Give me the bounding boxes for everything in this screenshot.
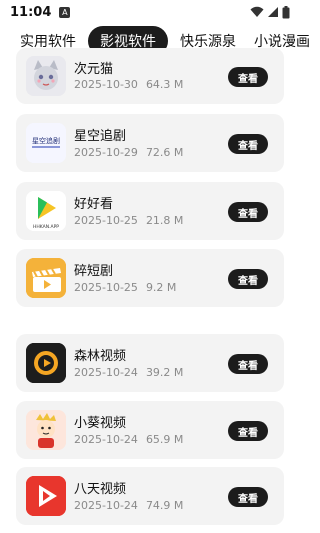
battery-icon: [282, 5, 290, 18]
list-item[interactable]: 八天视频 2025-10-24 74.9 M 查看: [16, 467, 284, 525]
app-size: 65.9 M: [145, 433, 184, 446]
app-name: 星空追剧: [74, 129, 127, 144]
app-size: 39.2 M: [145, 366, 184, 379]
app-date: 2025-10-25: [74, 214, 138, 227]
app-meta: 2025-10-25 21.8 M: [74, 214, 183, 227]
app-date: 2025-10-29: [74, 146, 138, 159]
list-item[interactable]: 次元猫 2025-10-30 64.3 M 查看: [16, 48, 284, 104]
view-button[interactable]: 查看: [228, 134, 268, 154]
app-meta: 2025-10-24 65.9 M: [74, 433, 183, 446]
app-date: 2025-10-24: [74, 366, 138, 379]
app-meta: 2025-10-24 39.2 M: [74, 366, 183, 379]
list-item[interactable]: 星空追剧 星空追剧 2025-10-29 72.6 M 查看: [16, 114, 284, 172]
play-logo-icon: HHKAN.APP: [26, 191, 66, 231]
list-item[interactable]: 小葵视频 2025-10-24 65.9 M 查看: [16, 401, 284, 459]
red-play-icon: [26, 476, 66, 516]
app-size: 72.6 M: [145, 146, 184, 159]
signal-icon: [268, 7, 278, 17]
cartoon-boy-icon: [26, 410, 66, 450]
list-item[interactable]: 森林视频 2025-10-24 39.2 M 查看: [16, 334, 284, 392]
app-size: 74.9 M: [145, 499, 184, 512]
notification-icon: A: [59, 6, 71, 18]
icon-text: 星空追剧: [32, 136, 60, 145]
list-item[interactable]: 碎短剧 2025-10-25 9.2 M 查看: [16, 249, 284, 307]
wifi-icon: [250, 6, 264, 17]
app-meta: 2025-10-25 9.2 M: [74, 281, 176, 294]
app-name: 好好看: [74, 197, 114, 212]
app-size: 64.3 M: [145, 78, 184, 91]
icon-text: HHKAN.APP: [33, 224, 59, 230]
star-drama-icon: 星空追剧: [26, 123, 66, 163]
app-name: 八天视频: [74, 482, 127, 497]
app-date: 2025-10-24: [74, 433, 138, 446]
app-name: 森林视频: [74, 349, 127, 364]
app-size: 9.2 M: [145, 281, 177, 294]
status-time: 11:04: [10, 4, 52, 20]
status-bar: 11:04 A: [0, 0, 300, 24]
view-button[interactable]: 查看: [228, 487, 268, 507]
app-date: 2025-10-24: [74, 499, 138, 512]
forest-play-icon: [26, 343, 66, 383]
list-item[interactable]: HHKAN.APP 好好看 2025-10-25 21.8 M 查看: [16, 182, 284, 240]
app-name: 碎短剧: [74, 264, 114, 279]
view-button[interactable]: 查看: [228, 202, 268, 222]
app-meta: 2025-10-24 74.9 M: [74, 499, 183, 512]
view-button[interactable]: 查看: [228, 269, 268, 289]
app-name: 次元猫: [74, 62, 114, 77]
app-name: 小葵视频: [74, 416, 127, 431]
app-date: 2025-10-25: [74, 281, 138, 294]
view-button[interactable]: 查看: [228, 67, 268, 87]
cat-anime-icon: [26, 56, 66, 96]
view-button[interactable]: 查看: [228, 354, 268, 374]
app-meta: 2025-10-29 72.6 M: [74, 146, 183, 159]
app-size: 21.8 M: [145, 214, 184, 227]
view-button[interactable]: 查看: [228, 421, 268, 441]
app-date: 2025-10-30: [74, 78, 138, 91]
clapper-icon: [26, 258, 66, 298]
app-meta: 2025-10-30 64.3 M: [74, 78, 183, 91]
